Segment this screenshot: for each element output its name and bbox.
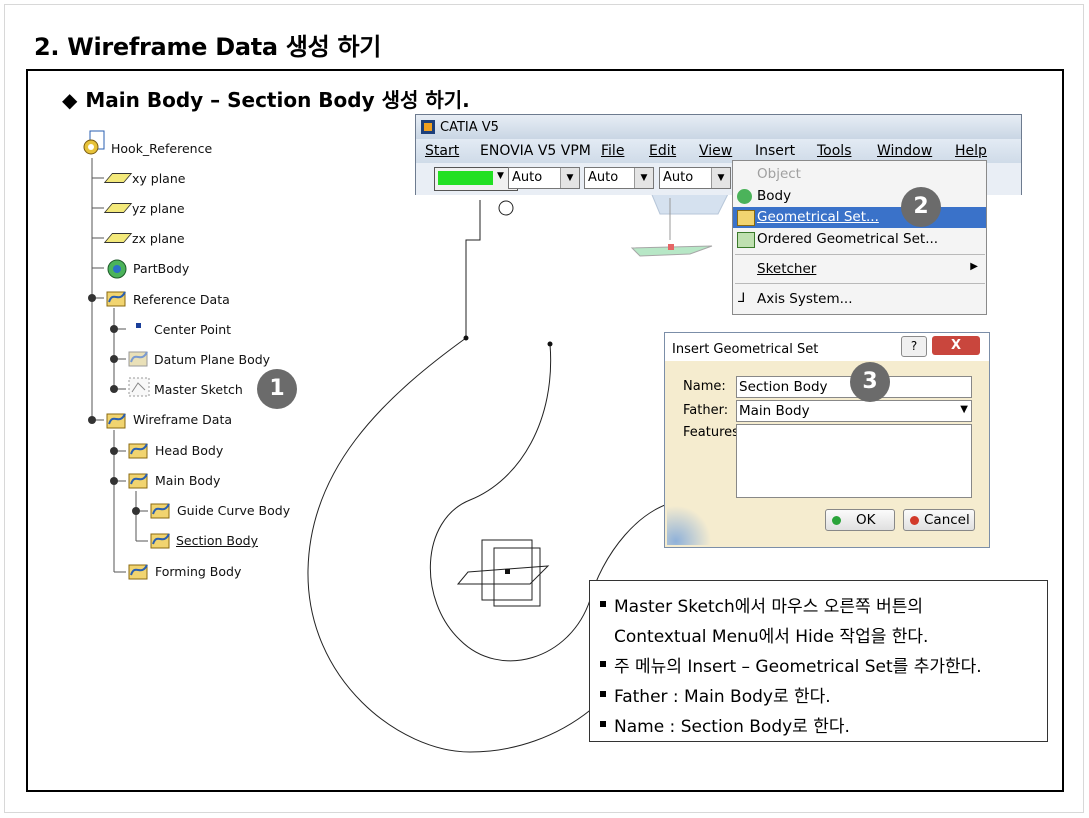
geometrical-set-icon [737,210,755,226]
note-line-5: Name : Section Body로 한다. [600,712,850,737]
ok-dot-icon [832,516,841,525]
tree-item-reference-data[interactable]: Reference Data [133,292,230,307]
menu-item-geometrical-set[interactable]: Geometrical Set... [733,207,986,228]
sketch-icon [128,377,150,397]
tree-item-xy-plane[interactable]: xy plane [132,171,185,186]
chevron-down-icon: ▼ [711,168,730,188]
note-line-2: Contextual Menu에서 Hide 작업을 한다. [614,627,929,647]
menu-separator [735,283,985,284]
insert-menu-dropdown: Object Body Geometrical Set... Ordered G… [732,160,987,315]
part-document-icon [82,130,108,156]
color-picker[interactable]: ▼ [434,167,518,191]
tree-item-yz-plane[interactable]: yz plane [132,201,185,216]
father-select[interactable]: Main Body ▼ [736,400,972,422]
tree-item-main-body[interactable]: Main Body [155,473,220,488]
note-line-1: Master Sketch에서 마우스 오른쪽 버튼의 [600,592,923,617]
father-label: Father: [683,403,729,418]
cancel-dot-icon [910,516,919,525]
geometrical-set-icon [127,559,149,580]
linetype-combo[interactable]: Auto ▼ [508,167,580,189]
tree-item-datum-plane-body[interactable]: Datum Plane Body [154,352,270,367]
tree-item-wireframe-data[interactable]: Wireframe Data [133,412,232,427]
tree-item-guide-curve-body[interactable]: Guide Curve Body [177,503,290,518]
features-label: Features: [683,425,744,440]
note-line-4: Father : Main Body로 한다. [600,682,831,707]
square-bullet-icon [600,661,606,667]
chevron-down-icon: ▼ [560,168,579,188]
menu-enovia[interactable]: ENOVIA V5 VPM [480,143,591,159]
catia-logo-icon [421,120,435,134]
tree-item-section-body[interactable]: Section Body [176,533,258,548]
tree-item-master-sketch[interactable]: Master Sketch [154,382,243,397]
submenu-arrow-icon: ▶ [970,261,978,272]
tree-item-head-body[interactable]: Head Body [155,443,223,458]
menu-insert[interactable]: Insert [755,143,795,159]
geometrical-set-icon [105,286,127,307]
layer-combo[interactable]: Auto ▼ [659,167,731,189]
step-badge-3: 3 [850,362,890,402]
hook-upper-outline [465,200,481,338]
point-icon [136,323,141,328]
menu-item-axis-system[interactable]: ⅃ Axis System... [733,289,986,310]
menu-item-object: Object [757,166,801,182]
tree-item-zx-plane[interactable]: zx plane [132,231,185,246]
geometrical-set-icon [127,438,149,459]
thickness-combo[interactable]: Auto ▼ [584,167,654,189]
part-body-icon [106,258,127,279]
menu-window[interactable]: Window [877,143,932,159]
square-bullet-icon [600,601,606,607]
geometrical-set-icon [127,468,149,489]
geometrical-set-icon [127,346,149,367]
cancel-button[interactable]: Cancel [903,509,975,531]
tree-root-label[interactable]: Hook_Reference [111,141,212,156]
catia-title-bar: CATIA V5 [416,115,1021,139]
insert-geometrical-set-dialog: Insert Geometrical Set ? X Name: Section… [664,332,990,548]
square-bullet-icon [600,721,606,727]
tree-item-forming-body[interactable]: Forming Body [155,564,241,579]
help-button[interactable]: ? [901,336,927,357]
chevron-down-icon: ▼ [497,171,504,181]
name-label: Name: [683,379,726,394]
tree-item-partbody[interactable]: PartBody [133,261,189,276]
features-list[interactable] [736,424,972,498]
menu-separator [735,254,985,255]
geometrical-set-icon [149,498,171,519]
menu-item-ordered-geometrical-set[interactable]: Ordered Geometrical Set... [733,229,986,250]
menu-help[interactable]: Help [955,143,987,159]
geometrical-set-icon [149,528,171,549]
compass-hint [630,189,731,257]
menu-edit[interactable]: Edit [649,143,676,159]
instruction-note: Master Sketch에서 마우스 오른쪽 버튼의 Contextual M… [589,580,1048,742]
step-badge-1: 1 [257,369,297,409]
square-bullet-icon [600,691,606,697]
dialog-title-bar: Insert Geometrical Set ? X [665,333,989,361]
menu-item-body[interactable]: Body [733,186,986,207]
note-line-3: 주 메뉴의 Insert – Geometrical Set를 추가한다. [600,652,982,677]
menu-file[interactable]: File [601,143,624,159]
menu-view[interactable]: View [699,143,732,159]
ordered-geometrical-set-icon [737,232,755,248]
color-swatch [438,171,493,185]
chevron-down-icon: ▼ [960,404,968,415]
step-badge-2: 2 [901,187,941,227]
tree-item-center-point[interactable]: Center Point [154,322,231,337]
ok-button[interactable]: OK [825,509,895,531]
geometrical-set-icon [105,408,127,429]
menu-tools[interactable]: Tools [817,143,852,159]
body-icon [737,189,752,204]
catia-title: CATIA V5 [440,120,499,135]
hook-hole [498,200,514,216]
dialog-decor-image [667,505,711,545]
axis-system-icon: ⅃ [738,291,746,306]
dialog-title: Insert Geometrical Set [672,342,819,357]
menu-item-sketcher[interactable]: Sketcher ▶ [733,259,986,280]
menu-start[interactable]: Start [425,143,459,159]
chevron-down-icon: ▼ [634,168,653,188]
close-button[interactable]: X [932,336,980,355]
